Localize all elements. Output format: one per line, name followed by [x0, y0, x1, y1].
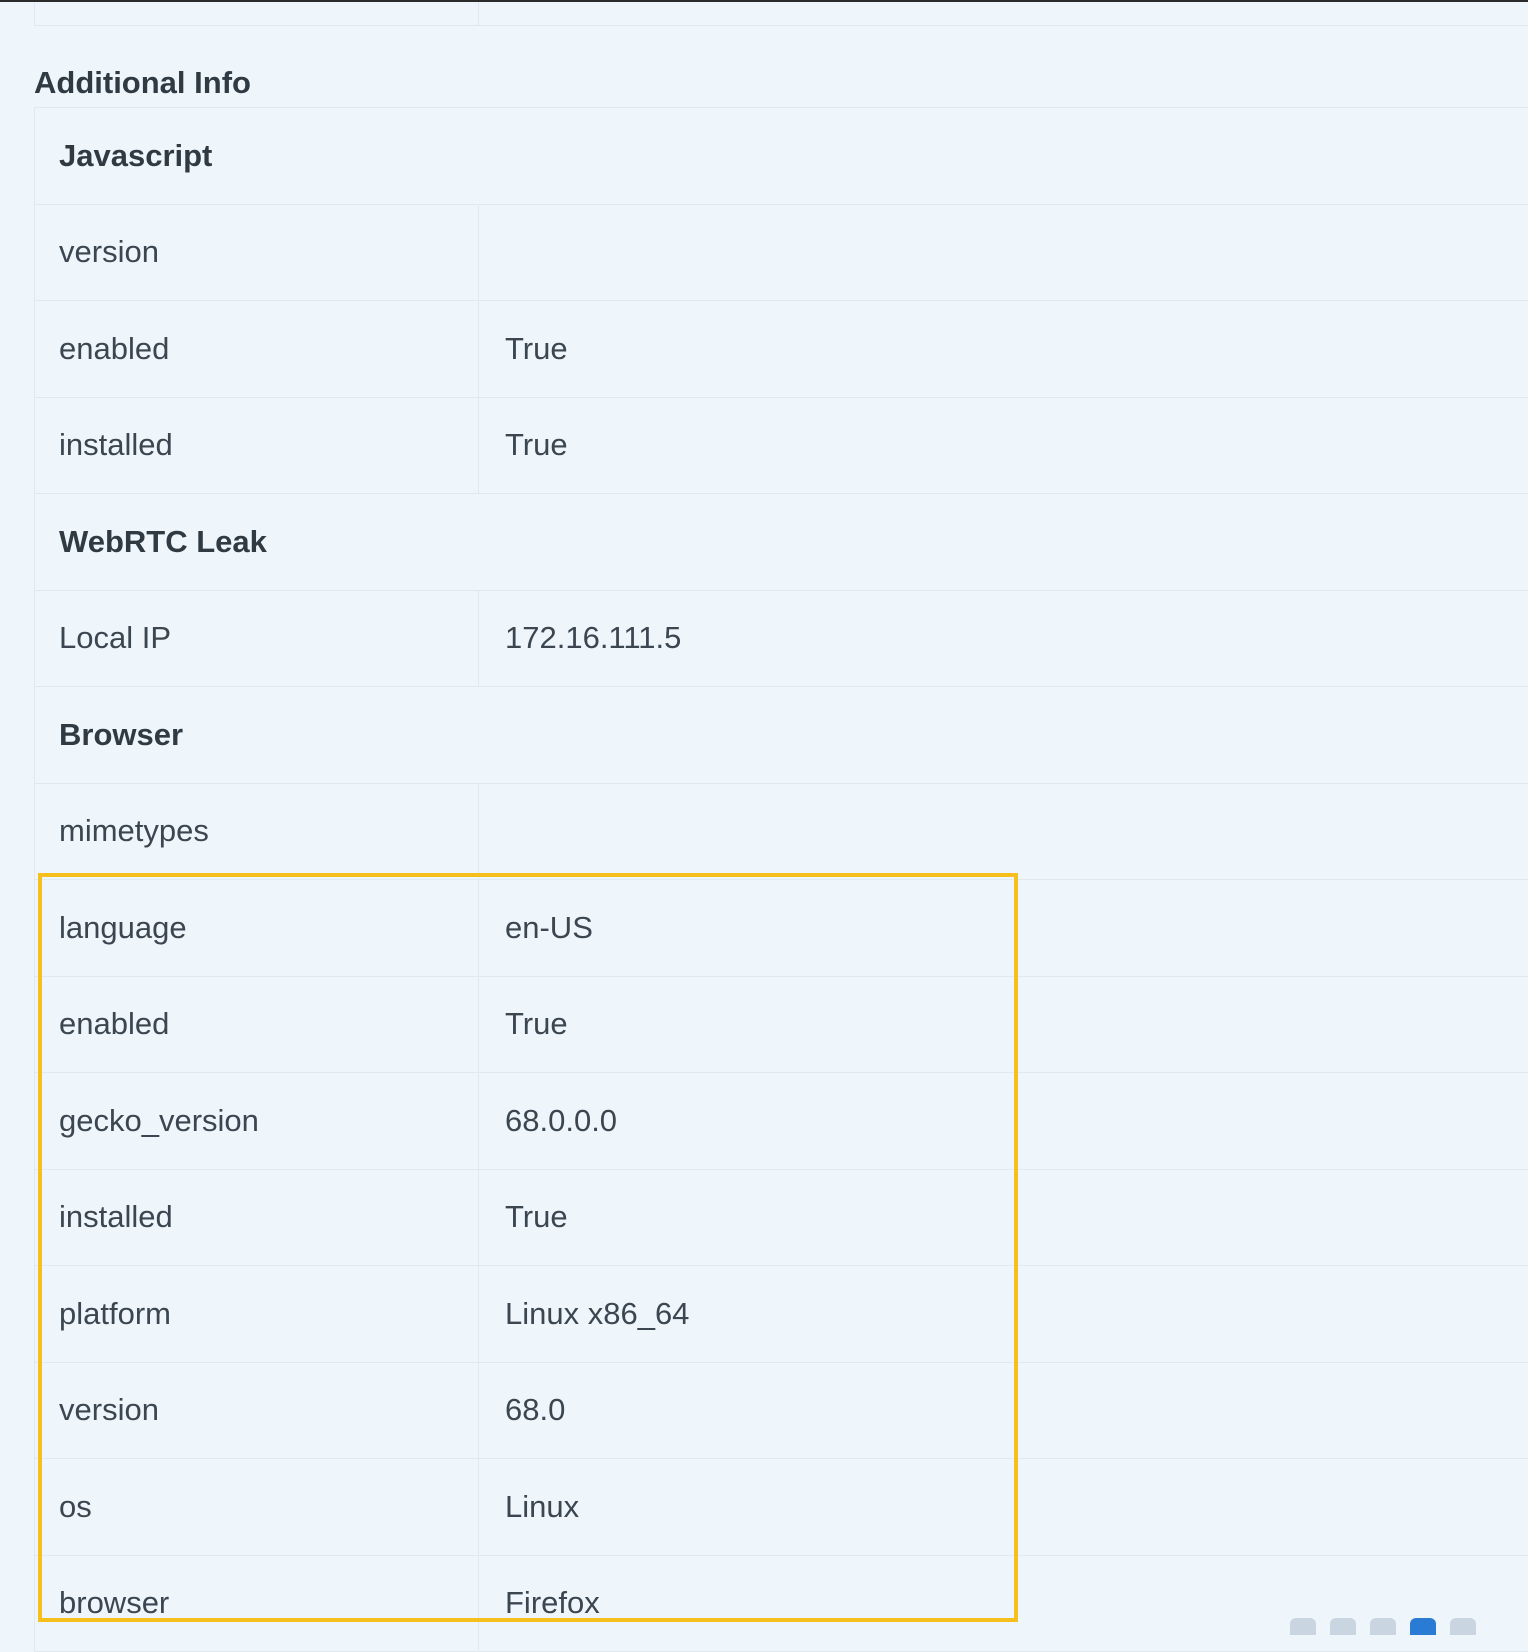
status-tray: [1290, 1618, 1528, 1635]
row-key: enabled: [35, 977, 479, 1073]
table-row: installed True: [35, 1170, 1528, 1267]
row-key: mimetypes: [35, 784, 479, 880]
table-row: gecko_version 68.0.0.0: [35, 1073, 1528, 1170]
previous-table-bottom: [34, 2, 1528, 26]
group-header-webrtc-leak: WebRTC Leak: [35, 494, 1528, 591]
group-title: WebRTC Leak: [59, 524, 267, 560]
additional-info-table: Javascript version enabled True installe…: [34, 107, 1528, 1652]
table-row: version 68.0: [35, 1363, 1528, 1460]
table-row: mimetypes: [35, 784, 1528, 881]
group-header-browser: Browser: [35, 687, 1528, 784]
row-value: True: [479, 977, 568, 1073]
row-key: installed: [35, 1170, 479, 1266]
table-row: language en-US: [35, 880, 1528, 977]
row-value: [479, 784, 505, 880]
section-title: Additional Info: [34, 63, 251, 103]
row-value: 68.0: [479, 1363, 565, 1459]
row-value: True: [479, 301, 568, 397]
row-value: Linux: [479, 1459, 579, 1555]
disc-icon[interactable]: [1330, 1618, 1356, 1635]
table-row: enabled True: [35, 977, 1528, 1074]
row-key: platform: [35, 1266, 479, 1362]
usb-icon[interactable]: [1450, 1618, 1476, 1635]
table-row: browser Firefox: [35, 1556, 1528, 1652]
audio-icon[interactable]: [1370, 1618, 1396, 1635]
row-value: True: [479, 1170, 568, 1266]
table-row: installed True: [35, 398, 1528, 495]
row-value: Firefox: [479, 1556, 600, 1652]
group-title: Javascript: [59, 138, 212, 174]
row-key: enabled: [35, 301, 479, 397]
table-row: os Linux: [35, 1459, 1528, 1556]
network-icon[interactable]: [1290, 1618, 1316, 1635]
row-value: Linux x86_64: [479, 1266, 689, 1362]
column-divider: [478, 2, 479, 25]
group-header-javascript: Javascript: [35, 108, 1528, 205]
row-key: installed: [35, 398, 479, 494]
row-key: version: [35, 205, 479, 301]
row-key: gecko_version: [35, 1073, 479, 1169]
row-value: [479, 205, 505, 301]
row-key: language: [35, 880, 479, 976]
row-value: True: [479, 398, 568, 494]
row-value: 68.0.0.0: [479, 1073, 617, 1169]
row-value: en-US: [479, 880, 593, 976]
row-key: Local IP: [35, 591, 479, 687]
table-row: Local IP 172.16.111.5: [35, 591, 1528, 688]
table-row: platform Linux x86_64: [35, 1266, 1528, 1363]
group-title: Browser: [59, 717, 183, 753]
display-icon[interactable]: [1410, 1618, 1436, 1635]
row-value: 172.16.111.5: [479, 591, 681, 687]
row-key: version: [35, 1363, 479, 1459]
table-row: enabled True: [35, 301, 1528, 398]
table-row: version: [35, 205, 1528, 302]
row-key: os: [35, 1459, 479, 1555]
row-key: browser: [35, 1556, 479, 1652]
